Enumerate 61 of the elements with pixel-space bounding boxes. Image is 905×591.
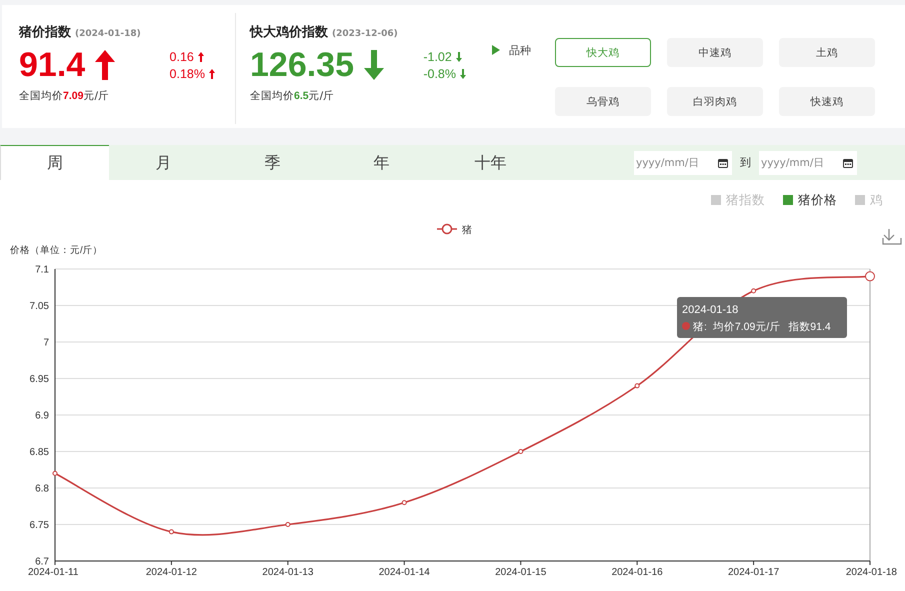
calendar-icon[interactable] bbox=[843, 158, 853, 168]
data-point[interactable] bbox=[402, 500, 407, 506]
tick-label: 6.75 bbox=[30, 520, 49, 531]
data-point[interactable] bbox=[751, 288, 756, 294]
breed-label: 品种 bbox=[509, 42, 531, 58]
national-average-price: 全国均价7.09元/斤 bbox=[19, 89, 110, 103]
breed-button[interactable]: 快大鸡 bbox=[555, 38, 651, 67]
breed-button[interactable]: 土鸡 bbox=[779, 38, 875, 67]
period-tab[interactable]: 十年 bbox=[436, 145, 545, 180]
tick-label: 6.85 bbox=[30, 447, 49, 458]
period-tab[interactable]: 季 bbox=[218, 145, 327, 180]
tick-label: 6.7 bbox=[35, 556, 49, 568]
tick-label: 2024-01-13 bbox=[262, 567, 314, 578]
tick-label: 6.8 bbox=[35, 484, 49, 494]
tick-label: 2024-01-14 bbox=[378, 567, 430, 578]
data-point[interactable] bbox=[518, 449, 524, 454]
tick-label: 6.9 bbox=[35, 410, 49, 422]
start-date-field[interactable]: yyyy/mm/日 bbox=[634, 150, 732, 174]
tick-label: 7.1 bbox=[35, 264, 49, 276]
data-point[interactable] bbox=[285, 522, 290, 527]
period-tab[interactable]: 月 bbox=[109, 145, 218, 180]
breed-button[interactable]: 乌骨鸡 bbox=[555, 87, 651, 116]
tick-label: 2024-01-16 bbox=[612, 567, 663, 578]
tick-label: 2024-01-11 bbox=[28, 567, 78, 578]
data-point[interactable] bbox=[865, 271, 875, 282]
tick-label: 6.95 bbox=[30, 374, 49, 385]
tick-label: 2024-01-17 bbox=[728, 567, 780, 578]
national-average-price: 全国均价6.5元/斤 bbox=[250, 89, 336, 103]
tick-label: 7.05 bbox=[30, 301, 49, 312]
breed-button[interactable]: 白羽肉鸡 bbox=[667, 87, 763, 116]
data-point[interactable] bbox=[52, 470, 58, 476]
period-tab[interactable]: 周 bbox=[0, 145, 109, 180]
tick-label: 2024-01-18 bbox=[846, 567, 897, 578]
calendar-icon[interactable] bbox=[718, 158, 728, 168]
breed-button[interactable]: 快速鸡 bbox=[779, 87, 875, 116]
index-date: (2023-12-06) bbox=[332, 29, 398, 39]
data-point[interactable] bbox=[634, 383, 640, 388]
legend-label[interactable]: 猪 bbox=[462, 225, 472, 236]
change-value: 0.18% bbox=[170, 66, 205, 80]
axis-title: 价格（单位：元/斤） bbox=[10, 245, 103, 256]
end-date-field[interactable]: yyyy/mm/日 bbox=[759, 150, 857, 174]
index-title: 快大鸡价指数 bbox=[250, 24, 328, 41]
tick-label: 7 bbox=[43, 338, 49, 348]
index-value: 91.4 bbox=[19, 46, 86, 84]
index-date: (2024-01-18) bbox=[75, 29, 141, 39]
date-separator: 到 bbox=[740, 155, 751, 170]
breed-button[interactable]: 中速鸡 bbox=[667, 38, 763, 67]
change-value: 0.16 bbox=[170, 50, 194, 64]
tooltip: 2024-01-18 猪: 均价7.09元/斤 指数91.4 bbox=[677, 297, 847, 338]
tick-label: 2024-01-12 bbox=[146, 567, 197, 578]
change-value: -1.02 bbox=[423, 50, 452, 64]
index-title: 猪价指数 bbox=[19, 24, 71, 41]
download-icon[interactable] bbox=[882, 228, 902, 245]
change-value: -0.8% bbox=[423, 66, 456, 80]
triangle-icon bbox=[492, 45, 500, 55]
legend-swatch-icon[interactable] bbox=[437, 224, 457, 234]
data-point[interactable] bbox=[168, 529, 174, 534]
period-tab[interactable]: 年 bbox=[327, 145, 436, 180]
index-value: 126.35 bbox=[250, 46, 354, 84]
series-toggle[interactable]: 猪价格 bbox=[783, 192, 837, 208]
tick-label: 2024-01-15 bbox=[495, 567, 546, 578]
